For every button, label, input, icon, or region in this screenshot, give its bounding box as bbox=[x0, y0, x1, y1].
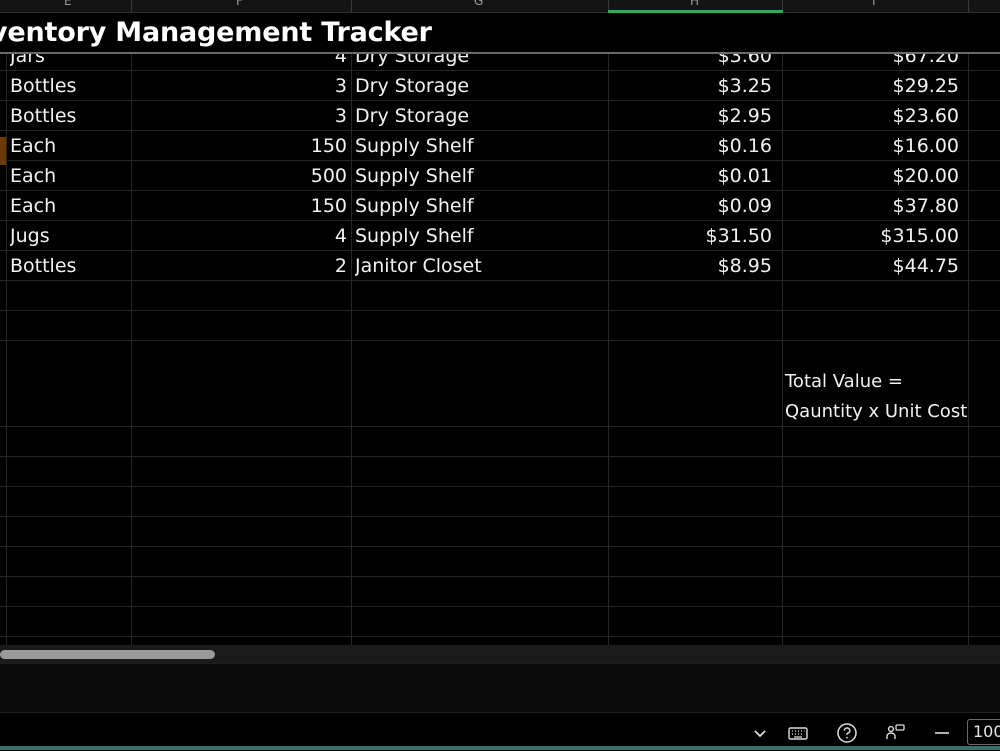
sheet-tab-bar bbox=[0, 663, 1000, 713]
cell-qty[interactable]: 3 bbox=[135, 101, 347, 131]
cell-unit-cost[interactable]: $0.01 bbox=[612, 161, 772, 191]
keyboard-icon[interactable] bbox=[787, 722, 809, 744]
grid-line bbox=[782, 13, 783, 645]
cell-unit[interactable]: Bottles bbox=[10, 101, 128, 131]
cell-total-value[interactable]: $44.75 bbox=[786, 251, 959, 281]
column-header-g[interactable]: G bbox=[474, 0, 483, 8]
cell-total-value[interactable]: $29.25 bbox=[786, 71, 959, 101]
cell-qty[interactable]: 150 bbox=[135, 191, 347, 221]
grid-line bbox=[0, 636, 1000, 637]
cell-location[interactable]: Supply Shelf bbox=[355, 221, 605, 251]
column-separator[interactable] bbox=[351, 0, 352, 12]
column-header-e[interactable]: E bbox=[64, 0, 72, 8]
help-icon[interactable] bbox=[836, 722, 858, 744]
cell-qty[interactable]: 3 bbox=[135, 71, 347, 101]
spreadsheet-grid[interactable]: Jars 4 Dry Storage $3.60 $67.20 Bottles … bbox=[0, 13, 1000, 645]
cell-unit[interactable]: Each bbox=[10, 161, 128, 191]
cell-unit-cost[interactable]: $0.09 bbox=[612, 191, 772, 221]
column-header-i[interactable]: I bbox=[872, 0, 876, 8]
cell-location[interactable]: Supply Shelf bbox=[355, 191, 605, 221]
cell-unit[interactable]: Each bbox=[10, 131, 128, 161]
horizontal-scroll-thumb[interactable] bbox=[0, 650, 215, 659]
horizontal-scrollbar[interactable] bbox=[0, 645, 1000, 663]
cell-total-value[interactable]: $23.60 bbox=[786, 101, 959, 131]
grid-line bbox=[608, 13, 609, 645]
selected-cell-edge[interactable] bbox=[0, 137, 6, 165]
grid-line bbox=[0, 340, 1000, 341]
cell-unit-cost[interactable]: $8.95 bbox=[612, 251, 772, 281]
cell-location[interactable]: Supply Shelf bbox=[355, 161, 605, 191]
cell-qty[interactable]: 500 bbox=[135, 161, 347, 191]
cell-unit[interactable]: Jugs bbox=[10, 221, 128, 251]
column-separator[interactable] bbox=[968, 0, 969, 12]
grid-line bbox=[0, 516, 1000, 517]
cell-total-value[interactable]: $315.00 bbox=[786, 221, 959, 251]
grid-line bbox=[0, 606, 1000, 607]
cell-unit-cost[interactable]: $2.95 bbox=[612, 101, 772, 131]
cell-unit[interactable]: Each bbox=[10, 191, 128, 221]
grid-line bbox=[351, 13, 352, 645]
grid-line bbox=[0, 456, 1000, 457]
column-separator[interactable] bbox=[131, 0, 132, 12]
cell-total-value[interactable]: $20.00 bbox=[786, 161, 959, 191]
column-header-f[interactable]: F bbox=[236, 0, 243, 8]
cell-unit-cost[interactable]: $3.25 bbox=[612, 71, 772, 101]
cell-location[interactable]: Supply Shelf bbox=[355, 131, 605, 161]
cell-unit[interactable]: Bottles bbox=[10, 71, 128, 101]
cell-unit-cost[interactable]: $31.50 bbox=[612, 221, 772, 251]
grid-line bbox=[0, 310, 1000, 311]
note-text-line1[interactable]: Total Value = bbox=[785, 367, 903, 397]
accessibility-icon[interactable] bbox=[884, 722, 906, 744]
cell-location[interactable]: Dry Storage bbox=[355, 101, 605, 131]
grid-line bbox=[0, 486, 1000, 487]
cell-qty[interactable]: 2 bbox=[135, 251, 347, 281]
cell-qty[interactable]: 4 bbox=[135, 221, 347, 251]
cell-unit-cost[interactable]: $0.16 bbox=[612, 131, 772, 161]
grid-line bbox=[0, 576, 1000, 577]
sheet-title[interactable]: ventory Management Tracker bbox=[0, 17, 432, 48]
cell-unit[interactable]: Bottles bbox=[10, 251, 128, 281]
cell-total-value[interactable]: $37.80 bbox=[786, 191, 959, 221]
grid-line bbox=[0, 546, 1000, 547]
cell-qty[interactable]: 150 bbox=[135, 131, 347, 161]
column-header-bar: E F G H I bbox=[0, 0, 1000, 13]
grid-line bbox=[968, 13, 969, 645]
cell-location[interactable]: Dry Storage bbox=[355, 71, 605, 101]
chevron-down-icon[interactable] bbox=[749, 722, 771, 744]
cell-location[interactable]: Janitor Closet bbox=[355, 251, 605, 281]
freeze-pane-divider[interactable] bbox=[0, 52, 1000, 54]
grid-line bbox=[131, 13, 132, 645]
window-bottom-edge bbox=[0, 746, 1000, 750]
zoom-level-field[interactable]: 100 bbox=[967, 719, 1000, 745]
column-header-h[interactable]: H bbox=[690, 0, 699, 8]
zoom-out-icon[interactable] bbox=[931, 722, 953, 744]
note-text-line2[interactable]: Qauntity x Unit Cost bbox=[785, 397, 967, 427]
cell-total-value[interactable]: $16.00 bbox=[786, 131, 959, 161]
grid-line bbox=[6, 13, 7, 645]
